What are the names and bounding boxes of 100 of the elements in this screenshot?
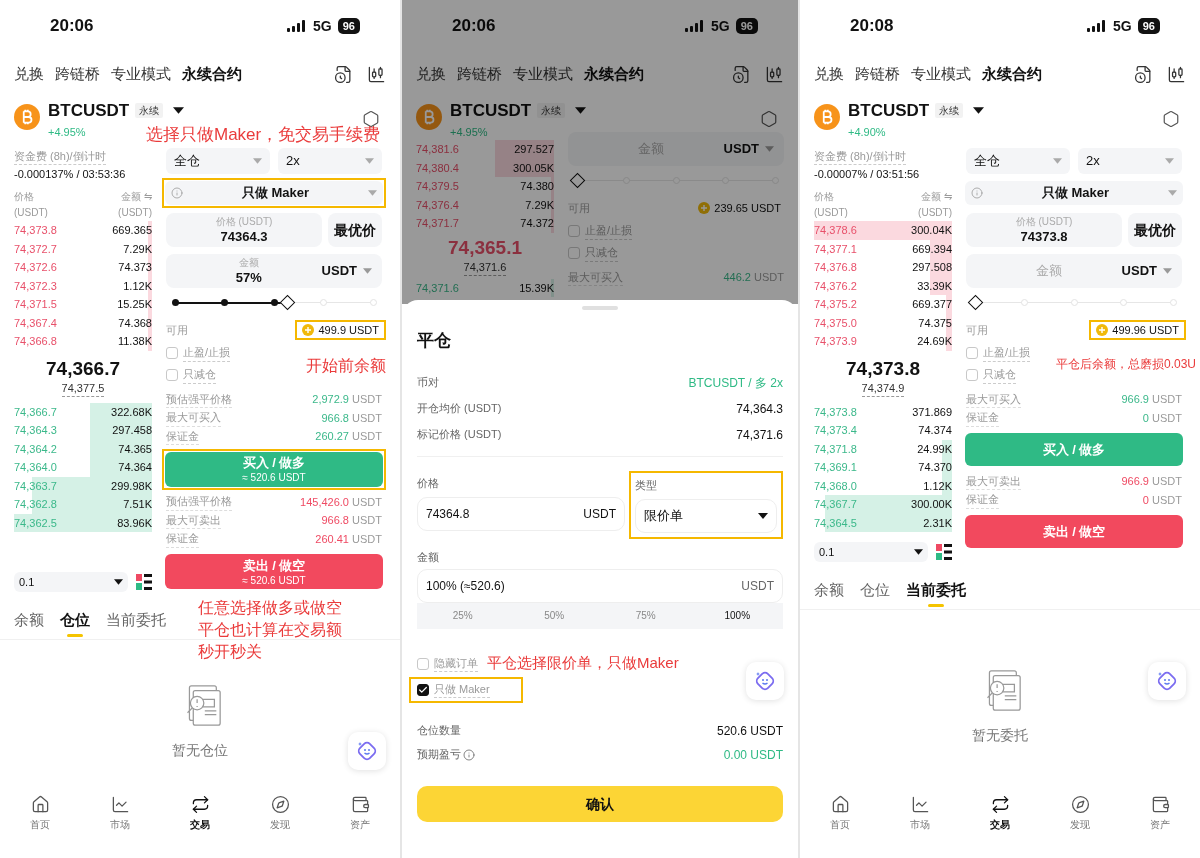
tick-size-select[interactable]: 0.1	[14, 572, 128, 592]
leverage-select[interactable]: 2x	[1078, 148, 1182, 174]
slider-tick[interactable]	[1120, 299, 1127, 306]
percent-option[interactable]: 50%	[508, 608, 600, 623]
best-price-button[interactable]: 最优价	[1128, 213, 1182, 247]
price-field[interactable]: 价格 (USDT) 74373.8	[966, 213, 1122, 247]
best-price-button[interactable]: 最优价	[328, 213, 382, 247]
margin-mode-select[interactable]: 全仓	[966, 148, 1070, 174]
settings-icon[interactable]	[1162, 110, 1180, 128]
order-book-row[interactable]: 74,372.7 7.29K	[14, 239, 152, 258]
bottom-nav-item[interactable]: 发现	[1040, 794, 1120, 832]
order-book-row[interactable]: 74,373.9 24.69K	[814, 332, 952, 351]
order-book-row[interactable]: 74,378.6 300.04K	[814, 221, 952, 240]
order-book-row[interactable]: 74,376.2 33.39K	[814, 276, 952, 295]
candlestick-icon[interactable]	[765, 64, 784, 84]
nav-tab[interactable]: 永续合约	[584, 62, 644, 86]
order-book-row[interactable]: 74,364.0 74.364	[14, 458, 152, 477]
slider-tick[interactable]	[221, 299, 228, 306]
symbol-name[interactable]: BTCUSDT	[848, 98, 930, 124]
order-type-select[interactable]: 限价单	[635, 498, 777, 533]
price-field[interactable]: 价格 (USDT) 74364.3	[166, 213, 322, 247]
nav-tab[interactable]: 兑换	[14, 62, 44, 86]
bottom-nav-item[interactable]: 交易	[960, 794, 1040, 832]
order-history-icon[interactable]	[334, 64, 353, 84]
position-tab[interactable]: 仓位	[860, 578, 890, 609]
book-layout-icon[interactable]	[936, 544, 952, 560]
nav-tab[interactable]: 专业模式	[911, 62, 971, 86]
bottom-nav-item[interactable]: 资产	[320, 794, 400, 832]
bottom-nav-item[interactable]: 市场	[80, 794, 160, 832]
position-tab[interactable]: 余额	[814, 578, 844, 609]
bottom-nav-item[interactable]: 发现	[240, 794, 320, 832]
slider-tick[interactable]	[171, 299, 179, 306]
order-book-row[interactable]: 74,362.8 7.51K	[14, 495, 152, 514]
percent-option[interactable]: 75%	[600, 608, 692, 623]
bottom-nav-item[interactable]: 首页	[800, 794, 880, 832]
nav-tab[interactable]: 永续合约	[982, 62, 1042, 86]
order-book-row[interactable]: 74,379.5 74.380	[416, 177, 554, 196]
amount-field[interactable]: 金额 57% USDT	[166, 254, 382, 288]
order-book-row[interactable]: 74,371.7 74.372	[416, 214, 554, 233]
price-field[interactable]: 74364.8 USDT	[417, 496, 625, 531]
assistant-button[interactable]	[1148, 662, 1186, 700]
percent-option[interactable]: 25%	[417, 608, 509, 623]
trade-button[interactable]: 卖出 / 做空 ≈ 520.6 USDT	[165, 554, 383, 589]
order-book-row[interactable]: 74,366.7 322.68K	[14, 402, 152, 421]
nav-tab[interactable]: 跨链桥	[55, 62, 100, 86]
assistant-button[interactable]	[746, 662, 784, 700]
nav-tab[interactable]: 兑换	[814, 62, 844, 86]
margin-mode-select[interactable]: 全仓	[166, 148, 270, 174]
amount-field[interactable]: 金额 USDT	[966, 254, 1182, 288]
confirm-button[interactable]: 确认	[417, 786, 783, 822]
info-icon[interactable]	[463, 748, 475, 761]
position-tab[interactable]: 当前委托	[906, 578, 966, 609]
checkbox[interactable]	[417, 683, 429, 696]
book-layout-icon[interactable]	[136, 574, 152, 590]
slider-tick[interactable]	[1169, 299, 1177, 306]
order-book-row[interactable]: 74,364.3 297.458	[14, 421, 152, 440]
order-book-row[interactable]: 74,376.4 7.29K	[416, 195, 554, 214]
order-book-row[interactable]: 74,363.7 299.98K	[14, 476, 152, 495]
order-book-row[interactable]: 74,372.6 74.373	[14, 258, 152, 277]
bottom-nav-item[interactable]: 资产	[1120, 794, 1200, 832]
symbol-name[interactable]: BTCUSDT	[450, 98, 532, 124]
order-book-row[interactable]: 74,375.0 74.375	[814, 313, 952, 332]
order-book-row[interactable]: 74,367.4 74.368	[14, 313, 152, 332]
order-book-row[interactable]: 74,375.2 669.377	[814, 295, 952, 314]
bottom-nav-item[interactable]: 市场	[880, 794, 960, 832]
assistant-button[interactable]	[348, 732, 386, 770]
bottom-nav-item[interactable]: 首页	[0, 794, 80, 832]
order-book-row[interactable]: 74,368.0 1.12K	[814, 476, 952, 495]
slider-tick[interactable]	[1070, 299, 1078, 306]
order-type-select[interactable]: 只做 Maker	[965, 181, 1183, 205]
nav-tab[interactable]: 跨链桥	[457, 62, 502, 86]
amount-field[interactable]: 100% (≈520.6) USDT	[417, 568, 783, 603]
modal-backdrop[interactable]	[402, 0, 798, 304]
settings-icon[interactable]	[362, 110, 380, 128]
slider-tick[interactable]	[320, 299, 327, 306]
order-book-row[interactable]: 74,377.1 669.394	[814, 239, 952, 258]
nav-tab[interactable]: 跨链桥	[855, 62, 900, 86]
tick-size-select[interactable]: 0.1	[814, 542, 928, 562]
order-history-icon[interactable]	[732, 64, 751, 84]
order-book-row[interactable]: 74,372.3 1.12K	[14, 276, 152, 295]
order-book-row[interactable]: 74,380.4 300.05K	[416, 158, 554, 177]
position-tab[interactable]: 当前委托	[106, 608, 166, 639]
slider-tick[interactable]	[369, 299, 377, 306]
settings-icon[interactable]	[760, 110, 778, 128]
order-book-row[interactable]: 74,381.6 297.527	[416, 140, 554, 159]
leverage-select[interactable]: 2x	[278, 148, 382, 174]
order-book-row[interactable]: 74,373.8 669.365	[14, 221, 152, 240]
order-book-row[interactable]: 74,367.7 300.00K	[814, 495, 952, 514]
trade-button[interactable]: 卖出 / 做空	[965, 515, 1183, 548]
candlestick-icon[interactable]	[367, 64, 386, 84]
order-book-row[interactable]: 74,369.1 74.370	[814, 458, 952, 477]
order-book-row[interactable]: 74,373.4 74.374	[814, 421, 952, 440]
nav-tab[interactable]: 专业模式	[111, 62, 171, 86]
nav-tab[interactable]: 专业模式	[513, 62, 573, 86]
order-history-icon[interactable]	[1134, 64, 1153, 84]
order-book-row[interactable]: 74,362.5 83.96K	[14, 513, 152, 532]
bottom-nav-item[interactable]: 交易	[160, 794, 240, 832]
order-book-row[interactable]: 74,371.5 15.25K	[14, 295, 152, 314]
order-book-row[interactable]: 74,371.6 15.39K	[416, 278, 554, 297]
order-book-row[interactable]: 74,376.8 297.508	[814, 258, 952, 277]
